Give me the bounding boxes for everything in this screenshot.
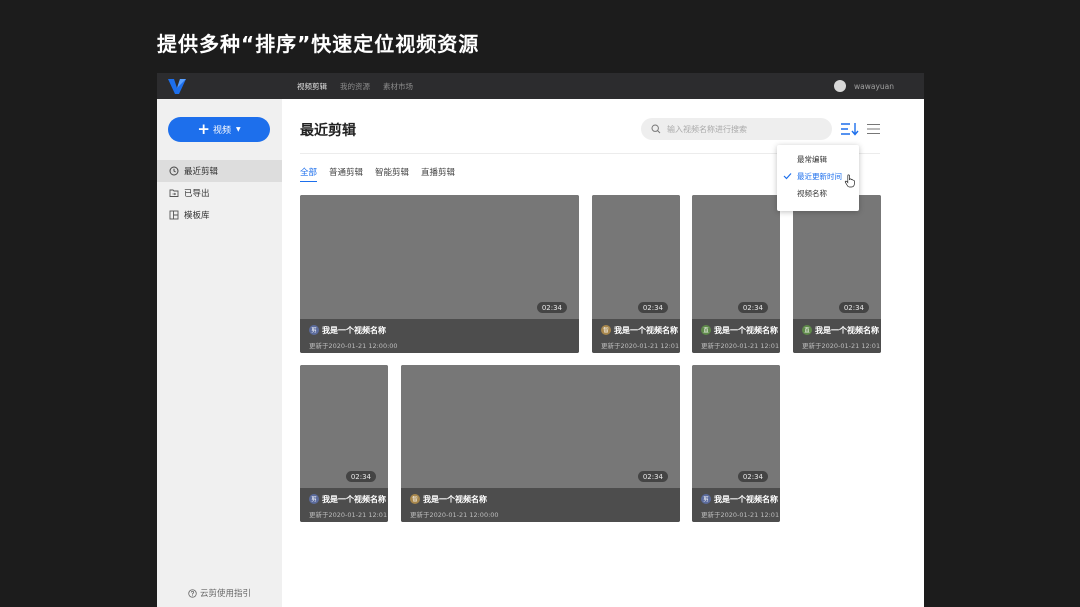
help-guide-link[interactable]: 云剪使用指引 xyxy=(157,587,282,599)
card-info: 智 我是一个视频名称 更新于2020-01-21 12:01 xyxy=(592,319,680,353)
sidebar-item-recent[interactable]: 最近剪辑 xyxy=(157,160,282,182)
filter-tabs: 全部 普通剪辑 智能剪辑 直播剪辑 xyxy=(300,166,455,182)
clock-icon xyxy=(169,166,179,176)
caret-down-icon: ▼ xyxy=(235,126,241,133)
list-menu-icon[interactable] xyxy=(867,123,880,135)
slide-title: 提供多种“排序”快速定位视频资源 xyxy=(157,32,480,56)
plus-icon: + xyxy=(197,120,210,138)
new-video-button[interactable]: + 视频 ▼ xyxy=(168,117,270,142)
new-video-label: 视频 xyxy=(212,126,231,136)
user-menu[interactable]: wawayuan xyxy=(833,73,894,99)
nav-video-edit[interactable]: 视频剪辑 xyxy=(297,81,327,92)
video-card[interactable]: 02:34 智 我是一个视频名称 更新于2020-01-21 12:01 xyxy=(592,195,680,353)
video-updated-date: 更新于2020-01-21 12:01 xyxy=(309,511,388,519)
video-thumbnail[interactable] xyxy=(300,365,388,488)
video-title: 我是一个视频名称 xyxy=(714,495,778,504)
check-icon xyxy=(783,173,792,180)
tab-normal-edit[interactable]: 普通剪辑 xyxy=(329,166,363,182)
search-box[interactable] xyxy=(641,118,832,140)
video-updated-date: 更新于2020-01-21 12:01 xyxy=(802,342,881,350)
video-title: 我是一个视频名称 xyxy=(815,326,879,335)
video-thumbnail[interactable] xyxy=(793,195,881,319)
video-card[interactable]: 02:34 智 我是一个视频名称 更新于2020-01-21 12:00:00 xyxy=(401,365,680,522)
folder-export-icon xyxy=(169,188,179,198)
video-thumbnail[interactable] xyxy=(401,365,680,488)
logo-icon[interactable] xyxy=(167,76,187,96)
duration-badge: 02:34 xyxy=(737,302,768,313)
video-updated-date: 更新于2020-01-21 12:00:00 xyxy=(309,342,398,350)
duration-badge: 02:34 xyxy=(637,302,668,313)
sidebar-item-label: 最近剪辑 xyxy=(184,167,219,177)
avatar[interactable] xyxy=(833,80,846,92)
video-thumbnail[interactable] xyxy=(692,195,780,319)
video-card[interactable]: 02:34 剪 我是一个视频名称 更新于2020-01-21 12:01 xyxy=(692,365,780,522)
video-card[interactable]: 02:34 剪 我是一个视频名称 更新于2020-01-21 12:01 xyxy=(300,365,388,522)
sort-option-most-edited[interactable]: 最常编辑 xyxy=(777,151,859,168)
type-badge-icon: 智 xyxy=(601,325,611,335)
card-info: 直 我是一个视频名称 更新于2020-01-21 12:01 xyxy=(692,319,780,353)
sidebar-item-label: 模板库 xyxy=(184,211,210,221)
video-updated-date: 更新于2020-01-21 12:01 xyxy=(701,511,780,519)
top-nav: 视频剪辑 我的资源 素材市场 xyxy=(297,73,413,99)
card-info: 剪 我是一个视频名称 更新于2020-01-21 12:01 xyxy=(692,488,780,522)
sort-option-label: 最常编辑 xyxy=(797,155,827,164)
sidebar-item-label: 已导出 xyxy=(184,189,210,199)
app-window: 视频剪辑 我的资源 素材市场 wawayuan + 视频 ▼ 最近剪辑 已导出 … xyxy=(157,73,924,607)
type-badge-icon: 剪 xyxy=(309,494,319,504)
video-title: 我是一个视频名称 xyxy=(614,326,678,335)
type-badge-icon: 智 xyxy=(410,494,420,504)
duration-badge: 02:34 xyxy=(838,302,869,313)
sort-option-label: 视频名称 xyxy=(797,189,827,198)
type-badge-icon: 剪 xyxy=(309,325,319,335)
card-info: 剪 我是一个视频名称 更新于2020-01-21 12:01 xyxy=(300,488,388,522)
type-badge-icon: 直 xyxy=(802,325,812,335)
sort-icon[interactable] xyxy=(841,122,859,136)
tab-all[interactable]: 全部 xyxy=(300,166,318,182)
duration-badge: 02:34 xyxy=(737,471,768,482)
video-title: 我是一个视频名称 xyxy=(322,495,386,504)
sidebar-menu: 最近剪辑 已导出 模板库 xyxy=(157,160,282,226)
video-thumbnail[interactable] xyxy=(692,365,780,488)
tab-live-edit[interactable]: 直播剪辑 xyxy=(421,166,455,182)
video-updated-date: 更新于2020-01-21 12:00:00 xyxy=(410,511,499,519)
card-info: 剪 我是一个视频名称 更新于2020-01-21 12:00:00 xyxy=(300,319,579,353)
user-name[interactable]: wawayuan xyxy=(854,82,894,91)
nav-my-resources[interactable]: 我的资源 xyxy=(340,81,370,92)
sidebar: + 视频 ▼ 最近剪辑 已导出 模板库 云剪使用指引 xyxy=(157,99,282,607)
sidebar-item-exported[interactable]: 已导出 xyxy=(157,182,282,204)
template-icon xyxy=(169,210,179,220)
sort-option-label: 最近更新时间 xyxy=(797,172,842,181)
video-updated-date: 更新于2020-01-21 12:01 xyxy=(601,342,680,350)
duration-badge: 02:34 xyxy=(345,471,376,482)
video-title: 我是一个视频名称 xyxy=(423,495,487,504)
type-badge-icon: 直 xyxy=(701,325,711,335)
page-title: 最近剪辑 xyxy=(300,123,356,139)
hand-cursor-icon xyxy=(844,174,855,188)
help-guide-label: 云剪使用指引 xyxy=(199,589,251,599)
card-info: 直 我是一个视频名称 更新于2020-01-21 12:01 xyxy=(793,319,881,353)
nav-material-market[interactable]: 素材市场 xyxy=(383,81,413,92)
sidebar-item-templates[interactable]: 模板库 xyxy=(157,204,282,226)
duration-badge: 02:34 xyxy=(637,471,668,482)
video-card[interactable]: 02:34 直 我是一个视频名称 更新于2020-01-21 12:01 xyxy=(793,195,881,353)
search-icon xyxy=(651,124,661,134)
top-bar: 视频剪辑 我的资源 素材市场 wawayuan xyxy=(157,73,924,99)
card-info: 智 我是一个视频名称 更新于2020-01-21 12:00:00 xyxy=(401,488,680,522)
video-title: 我是一个视频名称 xyxy=(714,326,778,335)
video-card[interactable]: 02:34 直 我是一个视频名称 更新于2020-01-21 12:01 xyxy=(692,195,780,353)
video-thumbnail[interactable] xyxy=(300,195,579,319)
help-icon xyxy=(188,588,197,598)
video-title: 我是一个视频名称 xyxy=(322,326,386,335)
duration-badge: 02:34 xyxy=(536,302,567,313)
video-thumbnail[interactable] xyxy=(592,195,680,319)
type-badge-icon: 剪 xyxy=(701,494,711,504)
video-card[interactable]: 02:34 剪 我是一个视频名称 更新于2020-01-21 12:00:00 xyxy=(300,195,579,353)
video-updated-date: 更新于2020-01-21 12:01 xyxy=(701,342,780,350)
tab-smart-edit[interactable]: 智能剪辑 xyxy=(375,166,409,182)
search-input[interactable] xyxy=(667,124,817,134)
